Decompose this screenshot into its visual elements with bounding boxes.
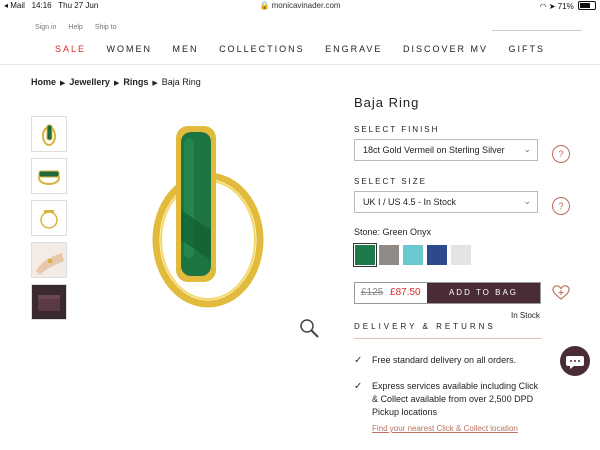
price-add-bar: £125 £87.50 ADD TO BAG bbox=[354, 282, 541, 304]
nav-divider bbox=[0, 64, 600, 65]
size-select-value: UK I / US 4.5 - In Stock bbox=[363, 197, 457, 207]
utility-links: Sign in Help Ship to bbox=[35, 24, 117, 31]
wishlist-heart-icon[interactable] bbox=[552, 284, 570, 302]
nav-men[interactable]: MEN bbox=[173, 44, 199, 54]
price-box: £125 £87.50 bbox=[355, 283, 427, 303]
size-help-icon[interactable]: ? bbox=[552, 197, 570, 215]
checkmark-icon: ✓ bbox=[354, 381, 363, 392]
finish-help-icon[interactable]: ? bbox=[552, 145, 570, 163]
sign-in-link[interactable]: Sign in bbox=[35, 24, 56, 31]
old-price: £125 bbox=[361, 287, 384, 298]
swatch-green-onyx[interactable] bbox=[353, 243, 377, 267]
thumbnail-ring-flat[interactable] bbox=[31, 158, 67, 194]
chat-button[interactable] bbox=[560, 346, 590, 376]
delivery-item: ✓ Express services available including C… bbox=[354, 380, 544, 422]
thumbnail-ring-worn[interactable] bbox=[31, 242, 67, 278]
lock-icon: 🔒 bbox=[259, 1, 270, 10]
delivery-item: ✓ Free standard delivery on all orders. bbox=[354, 354, 544, 368]
breadcrumb-chevron-icon: ▶ bbox=[60, 80, 66, 87]
main-nav: SALE WOMEN MEN COLLECTIONS ENGRAVE DISCO… bbox=[0, 44, 600, 54]
nav-women[interactable]: WOMEN bbox=[107, 44, 153, 54]
ring-thumb-image bbox=[32, 285, 66, 319]
swatch-aqua-stone[interactable] bbox=[403, 245, 423, 265]
zoom-icon[interactable] bbox=[298, 317, 320, 339]
nav-gifts[interactable]: GIFTS bbox=[508, 44, 545, 54]
nav-discover-mv[interactable]: DISCOVER MV bbox=[403, 44, 488, 54]
breadcrumb-rings[interactable]: Rings bbox=[123, 77, 148, 87]
in-stock-text: In Stock bbox=[511, 311, 540, 320]
finish-select-value: 18ct Gold Vermeil on Sterling Silver bbox=[363, 145, 505, 155]
battery-fill bbox=[580, 3, 590, 8]
chevron-down-icon: ⌄ bbox=[523, 144, 531, 154]
chevron-down-icon: ⌄ bbox=[523, 196, 531, 206]
header-search-field[interactable] bbox=[492, 22, 582, 31]
breadcrumb-current: Baja Ring bbox=[161, 77, 201, 87]
product-main-image bbox=[152, 126, 264, 308]
thumbnail-ring-box[interactable] bbox=[31, 284, 67, 320]
breadcrumb-home[interactable]: Home bbox=[31, 77, 56, 87]
breadcrumb-chevron-icon: ▶ bbox=[152, 80, 158, 87]
breadcrumb: Home ▶ Jewellery ▶ Rings ▶ Baja Ring bbox=[31, 77, 201, 87]
battery-icon bbox=[578, 1, 596, 10]
help-link[interactable]: Help bbox=[68, 24, 82, 31]
add-to-bag-button[interactable]: ADD TO BAG bbox=[427, 283, 540, 303]
checkmark-icon: ✓ bbox=[354, 355, 363, 366]
thumbnail-ring-side[interactable] bbox=[31, 200, 67, 236]
ring-thumb-image bbox=[32, 243, 66, 277]
url-text[interactable]: monicavinader.com bbox=[272, 1, 341, 10]
finish-select[interactable]: 18ct Gold Vermeil on Sterling Silver ⌄ bbox=[354, 139, 538, 161]
select-size-label: SELECT SIZE bbox=[354, 177, 427, 186]
size-select[interactable]: UK I / US 4.5 - In Stock ⌄ bbox=[354, 191, 538, 213]
sale-price: £87.50 bbox=[390, 287, 421, 298]
thumbnail-ring-angle[interactable] bbox=[31, 116, 67, 152]
chat-bubble-icon bbox=[566, 356, 584, 369]
delivery-returns-heading[interactable]: DELIVERY & RETURNS bbox=[354, 322, 496, 331]
stone-label: Stone: Green Onyx bbox=[354, 227, 432, 237]
ring-thumb-image bbox=[42, 124, 56, 146]
ring-thumb-image bbox=[38, 170, 60, 185]
delivery-divider bbox=[354, 338, 541, 339]
breadcrumb-chevron-icon: ▶ bbox=[113, 80, 120, 87]
location-icon: ➤ bbox=[548, 2, 556, 11]
ship-to-link[interactable]: Ship to bbox=[95, 24, 117, 31]
status-bar: ◂ Mail 14:16 Thu 27 Jun 🔒 monicavinader.… bbox=[0, 0, 600, 12]
delivery-item-text: Express services available including Cli… bbox=[372, 381, 539, 417]
nav-engrave[interactable]: ENGRAVE bbox=[325, 44, 382, 54]
nav-sale[interactable]: SALE bbox=[55, 44, 86, 54]
wifi-icon: ◠ bbox=[539, 2, 547, 11]
product-title: Baja Ring bbox=[354, 95, 420, 110]
nav-collections[interactable]: COLLECTIONS bbox=[219, 44, 305, 54]
ring-thumb-image bbox=[40, 210, 58, 229]
breadcrumb-jewellery[interactable]: Jewellery bbox=[69, 77, 110, 87]
swatch-white-stone[interactable] bbox=[451, 245, 471, 265]
battery-percent: 71% bbox=[557, 2, 574, 11]
swatch-lapis[interactable] bbox=[427, 245, 447, 265]
click-collect-link[interactable]: Find your nearest Click & Collect locati… bbox=[372, 424, 518, 433]
select-finish-label: SELECT FINISH bbox=[354, 125, 440, 134]
delivery-item-text: Free standard delivery on all orders. bbox=[372, 355, 517, 365]
swatch-grey-stone[interactable] bbox=[379, 245, 399, 265]
